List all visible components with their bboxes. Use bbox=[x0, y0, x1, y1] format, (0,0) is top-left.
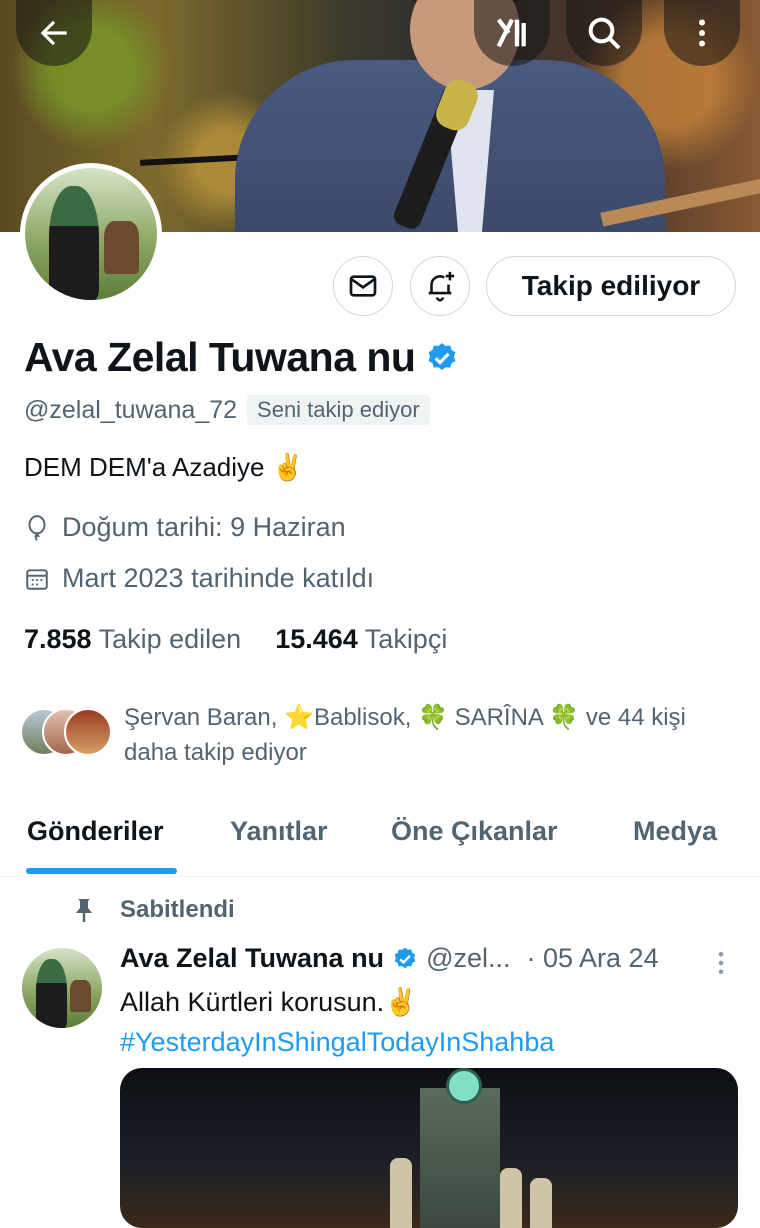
mutual-avatars bbox=[20, 708, 112, 756]
post-more-button[interactable] bbox=[712, 948, 730, 983]
pinned-label-row: Sabitlendi bbox=[72, 896, 235, 924]
joined-text: Mart 2023 tarihinde katıldı bbox=[62, 563, 375, 593]
clock-face bbox=[446, 1068, 482, 1104]
mutual-text: Şervan Baran, ⭐Bablisok, 🍀 SARÎNA 🍀 ve 4… bbox=[124, 700, 686, 770]
profile-name: Ava Zelal Tuwana nu bbox=[24, 334, 416, 380]
verified-badge-icon[interactable] bbox=[425, 341, 459, 375]
post-header: Ava Zelal Tuwana nu @zel... · 05 Ara 24 bbox=[120, 943, 659, 974]
follows-you-badge: Seni takip ediyor bbox=[247, 395, 430, 425]
post-body: Allah Kürtleri korusun.✌️ #YesterdayInSh… bbox=[120, 982, 554, 1062]
mutual-followers[interactable]: Şervan Baran, ⭐Bablisok, 🍀 SARÎNA 🍀 ve 4… bbox=[20, 700, 720, 770]
follow-counts: 7.858 Takip edilen 15.464 Takipçi bbox=[24, 624, 447, 655]
balloon-icon bbox=[28, 514, 46, 541]
tab-posts[interactable]: Gönderiler bbox=[27, 816, 164, 847]
verified-badge-icon bbox=[394, 947, 416, 968]
tab-media[interactable]: Medya bbox=[633, 816, 717, 847]
profile-handle-row: @zelal_tuwana_72 Seni takip ediyor bbox=[24, 395, 430, 425]
grok-icon bbox=[496, 18, 526, 48]
more-vertical-icon bbox=[718, 952, 724, 974]
following-button[interactable]: Takip ediliyor bbox=[486, 256, 736, 316]
message-button[interactable] bbox=[333, 256, 393, 316]
post-media[interactable] bbox=[120, 1068, 738, 1228]
calendar-icon bbox=[26, 568, 48, 590]
post-author[interactable]: Ava Zelal Tuwana nu bbox=[120, 943, 384, 974]
envelope-icon bbox=[349, 275, 377, 297]
more-vertical-icon bbox=[699, 19, 705, 47]
post-text: Allah Kürtleri korusun.✌️ bbox=[120, 987, 418, 1017]
pin-icon bbox=[76, 899, 92, 922]
profile-bio: DEM DEM'a Azadiye ✌️ bbox=[24, 452, 305, 482]
avatar-image bbox=[25, 168, 157, 300]
following-count: 7.858 bbox=[24, 624, 92, 654]
mutual-line-1: Şervan Baran, ⭐Bablisok, 🍀 SARÎNA 🍀 ve 4… bbox=[124, 704, 686, 731]
birthday-row: Doğum tarihi: 9 Haziran bbox=[24, 512, 346, 543]
post-avatar-horse bbox=[70, 980, 91, 1012]
minaret bbox=[390, 1158, 412, 1228]
notify-button[interactable] bbox=[410, 256, 470, 316]
profile-handle: @zelal_tuwana_72 bbox=[24, 395, 238, 424]
followers-count: 15.464 bbox=[275, 624, 358, 654]
minaret bbox=[500, 1168, 522, 1228]
profile-avatar[interactable] bbox=[20, 163, 162, 305]
post-date[interactable]: · 05 Ara 24 bbox=[527, 943, 659, 974]
birthday-text: Doğum tarihi: 9 Haziran bbox=[62, 512, 346, 542]
post-hashtag[interactable]: #YesterdayInShingalTodayInShahba bbox=[120, 1022, 554, 1062]
minaret bbox=[530, 1178, 552, 1228]
post-avatar[interactable] bbox=[22, 948, 102, 1028]
following-label: Takip edilen bbox=[98, 624, 242, 654]
arrow-left-icon bbox=[40, 20, 67, 46]
post-avatar-figure bbox=[36, 959, 67, 1028]
avatar-figure bbox=[48, 186, 99, 300]
joined-row: Mart 2023 tarihinde katıldı bbox=[24, 563, 374, 594]
tab-replies[interactable]: Yanıtlar bbox=[230, 816, 328, 847]
mutual-avatar bbox=[64, 708, 112, 756]
followers-link[interactable]: 15.464 Takipçi bbox=[275, 624, 447, 655]
tab-highlights[interactable]: Öne Çıkanlar bbox=[391, 816, 558, 847]
post-handle[interactable]: @zel... bbox=[426, 943, 510, 974]
following-link[interactable]: 7.858 Takip edilen bbox=[24, 624, 241, 655]
active-tab-indicator bbox=[26, 868, 177, 874]
profile-name-row: Ava Zelal Tuwana nu bbox=[24, 334, 459, 381]
followers-label: Takipçi bbox=[364, 624, 448, 654]
pinned-label: Sabitlendi bbox=[120, 896, 235, 923]
mutual-line-2: daha takip ediyor bbox=[124, 739, 307, 766]
bell-plus-icon bbox=[428, 271, 455, 302]
profile-tabs: Gönderiler Yanıtlar Öne Çıkanlar Medya bbox=[0, 800, 760, 877]
search-icon bbox=[588, 17, 621, 50]
avatar-horse bbox=[104, 220, 139, 274]
clock-tower bbox=[420, 1088, 500, 1228]
